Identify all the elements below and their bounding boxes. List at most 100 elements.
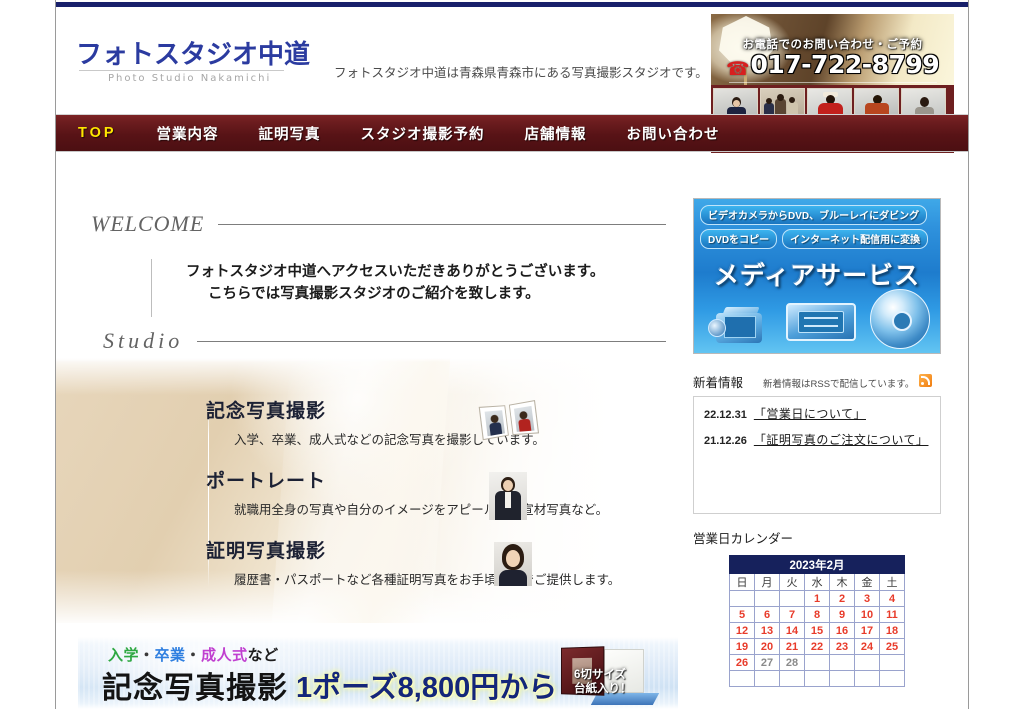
calendar-day: 22 xyxy=(804,638,830,655)
calendar-day: 4 xyxy=(879,590,905,607)
calendar-day: 2 xyxy=(829,590,855,607)
promo-separator: ・ xyxy=(185,647,202,664)
calendar-day: 3 xyxy=(854,590,880,607)
promo-occasion-1: 入学 xyxy=(108,647,140,664)
calendar-week-row: 19 20 21 22 23 24 25 xyxy=(729,638,905,655)
news-item-link[interactable]: 「証明写真のご注文について」 xyxy=(754,431,929,448)
promo-occasion-3: 成人式 xyxy=(201,647,248,664)
calendar-day: 16 xyxy=(829,622,855,639)
calendar-day: 9 xyxy=(829,606,855,623)
service-description: 履歴書・パスポートなど各種証明写真をお手頃価格でご提供します。 xyxy=(234,573,621,587)
calendar-day-empty xyxy=(754,670,780,687)
calendar-day: 21 xyxy=(779,638,805,655)
weekday-sat: 土 xyxy=(879,573,905,591)
studio-panel: 記念写真撮影 入学、卒業、成人式などの記念写真を撮影しています。 ポートレート … xyxy=(56,358,688,623)
site-tagline: フォトスタジオ中道は青森県青森市にある写真撮影スタジオです。 xyxy=(334,66,708,80)
promo-occasions: 入学・卒業・成人式など xyxy=(108,644,279,665)
news-item[interactable]: 22.12.31 「営業日について」 xyxy=(704,405,934,422)
calendar-day: 28 xyxy=(779,654,805,671)
calendar-day-empty xyxy=(729,670,755,687)
news-rss-note: 新着情報はRSSで配信しています。 xyxy=(763,379,915,390)
calendar-day: 8 xyxy=(804,606,830,623)
nav-item-store-info[interactable]: 店舗情報 xyxy=(505,123,607,144)
calendar-day: 19 xyxy=(729,638,755,655)
studio-heading-row: Studio xyxy=(56,328,688,354)
promo-price: 1ポーズ8,800円から xyxy=(296,672,558,704)
nav-item-studio-booking[interactable]: スタジオ撮影予約 xyxy=(341,123,505,144)
calendar-day: 10 xyxy=(854,606,880,623)
calendar-week-row: 12 13 14 15 16 17 18 xyxy=(729,622,905,639)
calendar-day-empty xyxy=(854,670,880,687)
rss-feed-icon[interactable] xyxy=(919,374,933,387)
media-pill-row-1: ビデオカメラからDVD、ブルーレイにダビング xyxy=(700,205,934,225)
promo-badge: 6切サイズ 台紙入り！ xyxy=(574,668,632,697)
nav-item-services[interactable]: 営業内容 xyxy=(137,123,239,144)
calendar-day: 24 xyxy=(854,638,880,655)
weekday-mon: 月 xyxy=(754,573,780,591)
calendar-day: 1 xyxy=(804,590,830,607)
calendar-table: 2023年2月 日 月 火 水 木 金 土 1 2 3 4 5 6 7 8 9 10 11 12 13 1… xyxy=(729,555,905,687)
calendar-day-empty xyxy=(779,590,805,607)
media-pill-dvd-copy: DVDをコピー xyxy=(700,229,778,249)
nav-item-id-photo[interactable]: 証明写真 xyxy=(239,123,341,144)
service-title: ポートレート xyxy=(206,471,327,492)
news-title: 新着情報 xyxy=(693,376,744,390)
calendar-day: 14 xyxy=(779,622,805,639)
calendar-day-empty xyxy=(754,590,780,607)
welcome-body: フォトスタジオ中道へアクセスいただきありがとうございます。 こちらでは写真撮影ス… xyxy=(151,259,688,317)
service-item-portrait[interactable]: ポートレート 就職用全身の写真や自分のイメージをアピールする宣材写真など。 xyxy=(206,466,676,518)
studio-heading: Studio xyxy=(103,328,184,353)
calendar-section-title: 営業日カレンダー xyxy=(693,532,794,546)
calendar-week-row: 1234 xyxy=(729,590,905,607)
main-content: WELCOME フォトスタジオ中道へアクセスいただきありがとうございます。 こち… xyxy=(56,153,968,709)
news-item-link[interactable]: 「営業日について」 xyxy=(754,405,866,422)
logo-rule xyxy=(79,70,284,72)
media-service-banner[interactable]: ビデオカメラからDVD、ブルーレイにダビング DVDをコピー インターネット配信… xyxy=(693,198,941,354)
service-title: 証明写真撮影 xyxy=(206,541,327,562)
portrait-photo-icon xyxy=(489,472,527,520)
telephone-receiver-icon: ☎ xyxy=(725,59,750,80)
calendar-day: 7 xyxy=(779,606,805,623)
weekday-sun: 日 xyxy=(729,573,755,591)
welcome-section: WELCOME フォトスタジオ中道へアクセスいただきありがとうございます。 こち… xyxy=(56,211,688,317)
service-item-id-photo[interactable]: 証明写真撮影 履歴書・パスポートなど各種証明写真をお手頃価格でご提供します。 xyxy=(206,536,676,588)
photo-folder-icon xyxy=(478,400,541,442)
calendar-weekday-row: 日 月 火 水 木 金 土 xyxy=(729,573,905,591)
logo-main-text: フォトスタジオ中道 xyxy=(76,40,311,70)
service-description: 就職用全身の写真や自分のイメージをアピールする宣材写真など。 xyxy=(234,503,609,517)
calendar-day: 26 xyxy=(729,654,755,671)
left-column: WELCOME フォトスタジオ中道へアクセスいただきありがとうございます。 こち… xyxy=(56,153,688,709)
promo-banner[interactable]: 入学・卒業・成人式など 記念写真撮影 1ポーズ8,800円から 6切サイズ 台紙… xyxy=(78,637,678,709)
promo-occasion-2: 卒業 xyxy=(154,647,186,664)
service-item-memorial[interactable]: 記念写真撮影 入学、卒業、成人式などの記念写真を撮影しています。 xyxy=(206,396,676,448)
calendar-day-empty xyxy=(829,654,855,671)
media-pill-row-2: DVDをコピー インターネット配信用に変換 xyxy=(700,229,934,249)
disc-icon xyxy=(870,289,930,349)
calendar-day-empty xyxy=(854,654,880,671)
welcome-line-2: こちらでは写真撮影スタジオのご紹介を致します。 xyxy=(208,286,540,303)
main-navigation: TOP 営業内容 証明写真 スタジオ撮影予約 店舗情報 お問い合わせ xyxy=(56,114,968,152)
calendar-day-empty xyxy=(879,670,905,687)
nav-item-top[interactable]: TOP xyxy=(56,125,137,141)
page-root: フォトスタジオ中道 Photo Studio Nakamichi フォトスタジオ… xyxy=(0,0,1024,709)
id-photo-icon xyxy=(494,542,532,586)
site-logo[interactable]: フォトスタジオ中道 Photo Studio Nakamichi xyxy=(76,40,346,84)
calendar-day-empty xyxy=(804,654,830,671)
calendar-day: 25 xyxy=(879,638,905,655)
calendar-day-empty xyxy=(879,654,905,671)
news-header: 新着情報 新着情報はRSSで配信しています。 xyxy=(693,372,941,391)
media-pill-internet-convert: インターネット配信用に変換 xyxy=(782,229,929,249)
studio-panel-edge xyxy=(56,358,688,362)
calendar-day: 23 xyxy=(829,638,855,655)
nav-item-contact[interactable]: お問い合わせ xyxy=(607,123,740,144)
news-item[interactable]: 21.12.26 「証明写真のご注文について」 xyxy=(704,431,934,448)
calendar-day-empty xyxy=(779,670,805,687)
calendar-day-empty xyxy=(729,590,755,607)
calendar-day-empty xyxy=(804,670,830,687)
phone-underline xyxy=(729,82,937,83)
weekday-tue: 火 xyxy=(779,573,805,591)
calendar-day: 5 xyxy=(729,606,755,623)
calendar-caption-row: 2023年2月 xyxy=(729,555,905,574)
promo-separator: ・ xyxy=(139,647,155,664)
news-list: 22.12.31 「営業日について」 21.12.26 「証明写真のご注文につい… xyxy=(693,396,941,514)
